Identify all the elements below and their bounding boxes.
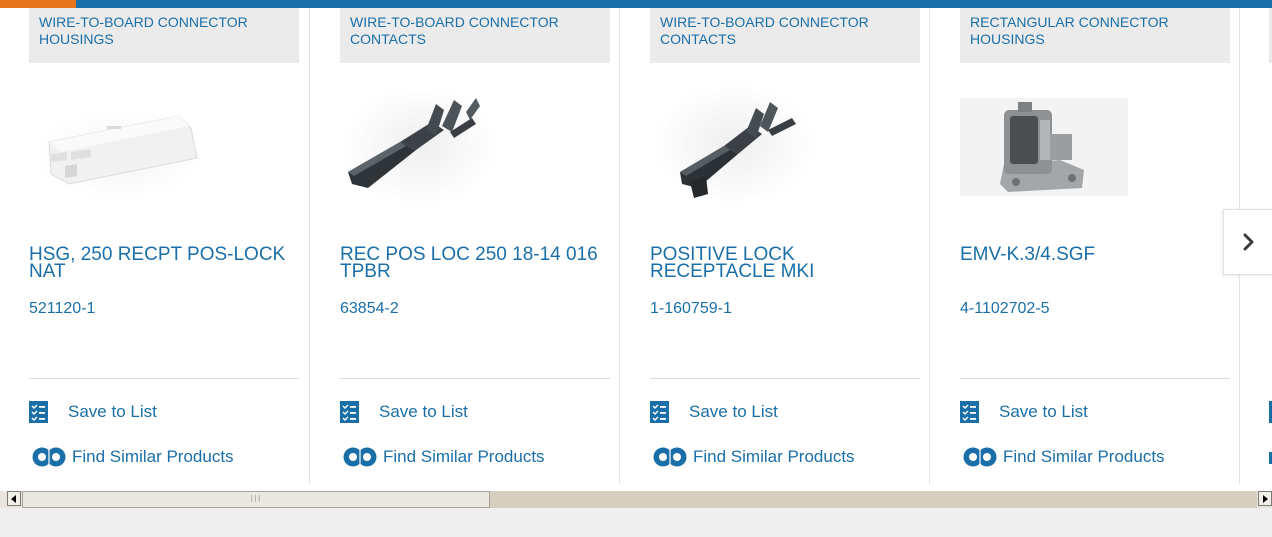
top-bar-accent: [0, 0, 76, 8]
scroll-left-button[interactable]: [7, 491, 21, 506]
checklist-icon: [960, 401, 979, 423]
find-similar-button[interactable]: Find Similar Products: [29, 446, 234, 468]
product-category[interactable]: WIRE-TO-BOARD CONNECTOR HOUSINGS: [29, 8, 299, 63]
save-label: Save to List: [68, 402, 157, 421]
scrollbar-thumb[interactable]: III: [22, 491, 490, 508]
similar-label: Find Similar Products: [383, 447, 545, 466]
checklist-icon: [29, 401, 48, 423]
similar-label: Find Similar Products: [72, 447, 234, 466]
scroll-right-button[interactable]: [1258, 491, 1272, 506]
part-number[interactable]: 521120-1: [29, 300, 95, 318]
save-to-list-button[interactable]: Save to List: [650, 401, 778, 423]
divider: [29, 378, 299, 379]
find-similar-button[interactable]: Find Similar Products: [960, 446, 1165, 468]
product-card: WIRE-TO-BOARD CONNECTOR CONTACTS POSITIV…: [620, 8, 930, 484]
product-title[interactable]: HSG, 250 RECPT POS-LOCK NAT: [29, 245, 289, 281]
product-title[interactable]: REC POS LOC 250 18-14 016 TPBR: [340, 245, 600, 281]
save-label: Save to List: [689, 402, 778, 421]
gears-icon: [963, 447, 997, 467]
similar-label: Find Similar Products: [693, 447, 855, 466]
divider: [340, 378, 610, 379]
product-card: WIRE-TO-BOARD CONNECTOR HOUSINGS HSG, 25…: [0, 8, 310, 484]
carousel-next-button[interactable]: [1223, 209, 1272, 275]
top-bar: [0, 0, 1272, 8]
save-label: Save to List: [379, 402, 468, 421]
product-image[interactable]: [960, 80, 1230, 220]
find-similar-button[interactable]: Find Similar Products: [340, 446, 545, 468]
find-similar-button[interactable]: Find Similar Products: [650, 446, 855, 468]
divider: [650, 378, 920, 379]
product-title[interactable]: POSITIVE LOCK RECEPTACLE MKI: [650, 245, 910, 281]
arrow-right-icon: [1263, 494, 1268, 503]
product-category[interactable]: RECTANGULAR CONNECTOR HOUSINGS: [960, 8, 1230, 63]
gears-icon: [32, 447, 66, 467]
checklist-icon: [650, 401, 669, 423]
product-card: RECTANGULAR CONNECTOR HOUSINGS EMV-K.3/4…: [930, 8, 1240, 484]
save-label: Save to List: [999, 402, 1088, 421]
product-image[interactable]: [340, 80, 610, 220]
checklist-icon: [340, 401, 359, 423]
divider: [960, 378, 1230, 379]
gears-icon: [343, 447, 377, 467]
similar-label: Find Similar Products: [1003, 447, 1165, 466]
save-to-list-button[interactable]: Save to List: [340, 401, 468, 423]
part-number[interactable]: 63854-2: [340, 300, 399, 318]
product-image[interactable]: [650, 80, 920, 220]
save-to-list-button[interactable]: Save to List: [29, 401, 157, 423]
page-footer-area: [0, 508, 1272, 537]
horizontal-scrollbar[interactable]: III: [0, 491, 1272, 508]
product-title[interactable]: EMV-K.3/4.SGF: [960, 245, 1220, 264]
part-number[interactable]: 4-1102702-5: [960, 300, 1050, 318]
product-category[interactable]: WIRE-TO-BOARD CONNECTOR CONTACTS: [650, 8, 920, 63]
save-to-list-button[interactable]: Save to List: [960, 401, 1088, 423]
gears-icon: [653, 447, 687, 467]
product-image[interactable]: [29, 80, 299, 220]
product-card: WIRE-TO-BOARD CONNECTOR CONTACTS REC POS…: [310, 8, 620, 484]
arrow-left-icon: [11, 494, 16, 503]
grip-icon: III: [250, 494, 262, 505]
part-number[interactable]: 1-160759-1: [650, 300, 732, 318]
product-category[interactable]: WIRE-TO-BOARD CONNECTOR CONTACTS: [340, 8, 610, 63]
chevron-right-icon: [1243, 233, 1253, 251]
product-carousel: WIRE-TO-BOARD CONNECTOR HOUSINGS HSG, 25…: [0, 8, 1272, 484]
